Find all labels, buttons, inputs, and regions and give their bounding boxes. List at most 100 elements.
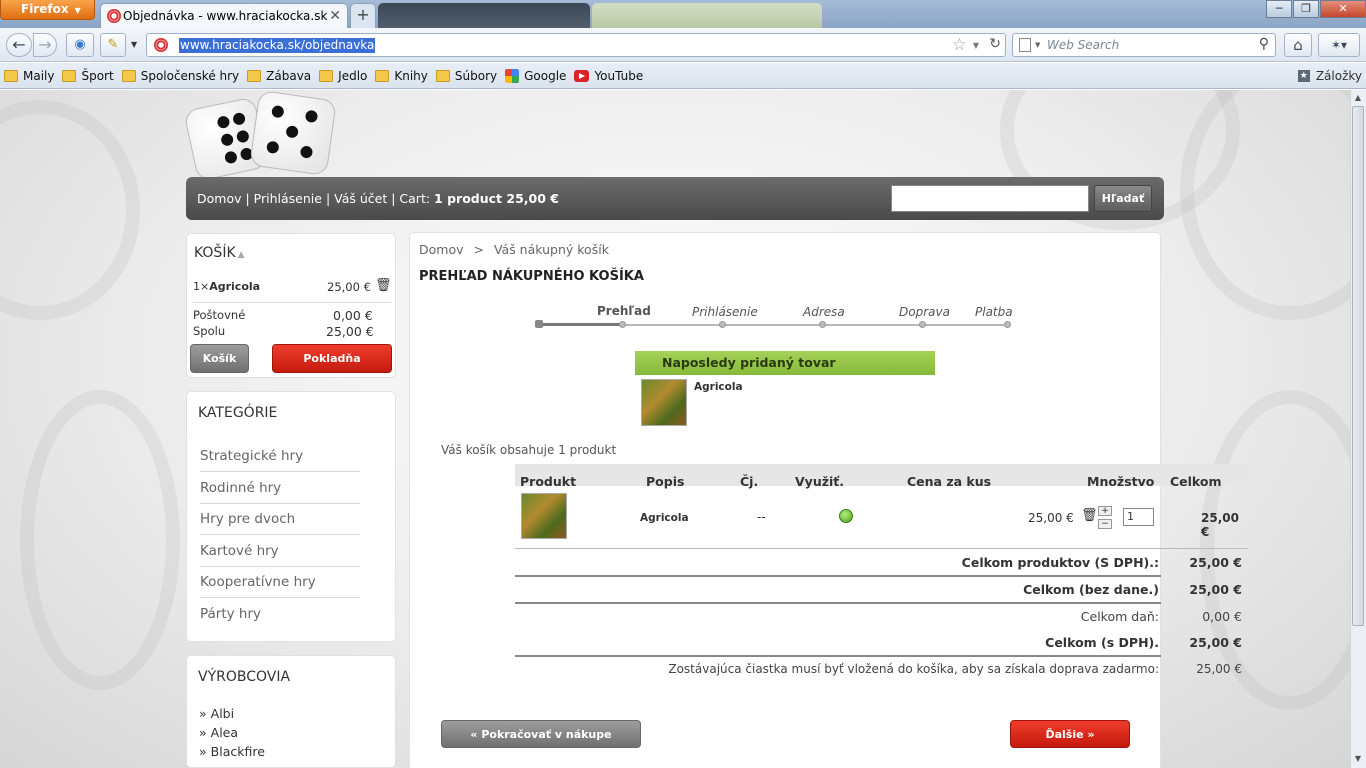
dropdown-arrow-icon[interactable]: ▼ bbox=[131, 40, 137, 49]
reload-icon[interactable]: ↻ bbox=[989, 36, 1001, 52]
new-tab-button[interactable]: + bbox=[350, 3, 376, 28]
folder-icon bbox=[435, 69, 450, 82]
total-tax-value: 0,00 € bbox=[1202, 609, 1242, 624]
web-search-bar[interactable]: ▼ Web Search ⚲ bbox=[1012, 33, 1276, 57]
navigation-toolbar: ← → ◉ ✎ ▼ www.hraciakocka.sk/objednavka … bbox=[0, 28, 1366, 62]
cart-count-text: Váš košík obsahuje 1 produkt bbox=[441, 443, 617, 457]
cart-item-name[interactable]: Agricola bbox=[209, 280, 260, 293]
search-icon[interactable]: ⚲ bbox=[1259, 36, 1269, 52]
category-item[interactable]: Rodinné hry bbox=[200, 480, 360, 504]
dropdown-arrow-icon[interactable]: ▼ bbox=[1035, 41, 1040, 49]
bookmark-label: Knihy bbox=[394, 68, 428, 83]
categories-title: KATEGÓRIE bbox=[198, 405, 278, 421]
manufacturer-label: Albi bbox=[210, 706, 235, 721]
firefox-menu-button[interactable]: Firefox ▼ bbox=[0, 0, 95, 20]
bookmark-folder[interactable]: Knihy bbox=[375, 69, 428, 83]
cart-item-price: 25,00 € bbox=[327, 280, 371, 294]
folder-icon bbox=[4, 69, 18, 82]
bookmark-google[interactable]: Google bbox=[505, 68, 566, 83]
addon-menu-button[interactable]: ✶▾ bbox=[1318, 33, 1360, 57]
site-logo[interactable] bbox=[183, 89, 338, 182]
checkout-button[interactable]: Pokladňa bbox=[272, 344, 392, 373]
step-dot bbox=[919, 321, 926, 328]
site-search-button[interactable]: Hľadať bbox=[1094, 185, 1152, 212]
site-search-input[interactable] bbox=[891, 185, 1089, 212]
product-thumbnail[interactable] bbox=[521, 493, 567, 539]
product-name[interactable]: Agricola bbox=[640, 512, 689, 524]
close-tab-icon[interactable]: ✕ bbox=[329, 4, 341, 28]
search-placeholder: Web Search bbox=[1047, 38, 1120, 52]
maximize-icon[interactable]: ❐ bbox=[1293, 0, 1319, 18]
manufacturer-item[interactable]: » Blackfire bbox=[199, 744, 265, 759]
tab-background[interactable] bbox=[592, 3, 822, 28]
qty-increase-button[interactable]: + bbox=[1098, 506, 1112, 516]
manufacturer-item[interactable]: » Alea bbox=[199, 725, 238, 740]
total-gross-label: Celkom (s DPH). bbox=[1045, 635, 1159, 650]
tab-title: Objednávka - www.hraciakocka.sk bbox=[123, 9, 328, 23]
url-text[interactable]: www.hraciakocka.sk/objednavka bbox=[179, 38, 376, 53]
bookmark-folder[interactable]: Zábava bbox=[247, 69, 311, 83]
scrollbar-thumb[interactable] bbox=[1352, 106, 1364, 626]
nav-account-link[interactable]: Váš účet bbox=[334, 191, 387, 206]
bookmark-folder[interactable]: Šport bbox=[62, 69, 114, 83]
manufacturer-item[interactable]: » Albi bbox=[199, 706, 234, 721]
last-added-product-name[interactable]: Agricola bbox=[694, 381, 743, 393]
cart-button[interactable]: Košík bbox=[190, 344, 249, 373]
cart-item: 1×Agricola bbox=[193, 280, 260, 293]
dropdown-arrow-icon[interactable]: ▼ bbox=[973, 41, 979, 50]
bookmark-star-icon[interactable]: ☆ bbox=[952, 35, 967, 55]
addon-icon[interactable]: ✎ bbox=[100, 33, 126, 57]
forward-button[interactable]: → bbox=[33, 33, 57, 57]
scroll-up-icon[interactable]: ▲ bbox=[1352, 91, 1364, 105]
home-button[interactable]: ⌂ bbox=[1284, 33, 1312, 57]
manufacturers-title: VÝROBCOVIA bbox=[198, 669, 291, 685]
category-item[interactable]: Kartové hry bbox=[200, 543, 360, 567]
continue-shopping-button[interactable]: « Pokračovať v nákupe bbox=[441, 720, 641, 748]
category-item[interactable]: Párty hry bbox=[200, 606, 360, 629]
nav-login-link[interactable]: Prihlásenie bbox=[254, 191, 322, 206]
total-tax-label: Celkom daň: bbox=[1080, 609, 1159, 624]
nav-cart-label[interactable]: Cart: bbox=[399, 191, 430, 206]
trash-icon[interactable]: 🗑 bbox=[375, 278, 392, 293]
bookmark-label: Maily bbox=[23, 68, 55, 83]
nav-home-link[interactable]: Domov bbox=[197, 191, 242, 206]
url-bar[interactable]: www.hraciakocka.sk/objednavka ☆ ▼ ↻ bbox=[146, 33, 1006, 57]
total-net-value: 25,00 € bbox=[1189, 582, 1242, 597]
bookmark-folder[interactable]: Spoločenské hry bbox=[121, 69, 239, 83]
addon-icon[interactable]: ◉ bbox=[66, 33, 94, 57]
last-added-header: Naposledy pridaný tovar bbox=[635, 351, 935, 375]
minimize-icon[interactable]: ─ bbox=[1266, 0, 1292, 18]
category-item[interactable]: Hry pre dvoch bbox=[200, 511, 360, 535]
shipping-label: Poštovné bbox=[193, 308, 246, 322]
nav-cart-summary[interactable]: 1 product 25,00 € bbox=[434, 191, 559, 206]
scroll-down-icon[interactable]: ▼ bbox=[1352, 752, 1364, 766]
bookmark-folder[interactable]: Súbory bbox=[435, 69, 497, 83]
bookmark-youtube[interactable]: YouTube bbox=[574, 69, 643, 83]
step-dot bbox=[719, 321, 726, 328]
double-chevron-icon: » bbox=[199, 725, 207, 740]
next-step-button[interactable]: Ďalšie » bbox=[1010, 720, 1130, 748]
qty-decrease-button[interactable]: − bbox=[1098, 519, 1112, 529]
back-button[interactable]: ← bbox=[6, 33, 32, 57]
bookmark-folder[interactable]: Maily bbox=[4, 69, 54, 83]
tab-background[interactable] bbox=[378, 3, 590, 28]
close-window-icon[interactable]: ✕ bbox=[1320, 0, 1366, 18]
delete-item-icon[interactable]: 🗑 bbox=[1081, 508, 1098, 523]
page-title: PREHĽAD NÁKUPNÉHO KOŠÍKA bbox=[419, 269, 644, 284]
category-item[interactable]: Kooperatívne hry bbox=[200, 574, 360, 598]
bookmarks-menu[interactable]: ★ Záložky bbox=[1297, 69, 1362, 83]
manufacturer-label: Blackfire bbox=[210, 744, 265, 759]
collapse-arrow-icon[interactable]: ▲ bbox=[238, 250, 245, 260]
breadcrumb-home[interactable]: Domov bbox=[419, 242, 464, 257]
bookmarks-star-icon: ★ bbox=[1297, 70, 1310, 82]
tab-active[interactable]: Objednávka - www.hraciakocka.sk ✕ bbox=[100, 3, 348, 28]
product-thumbnail[interactable] bbox=[641, 379, 687, 426]
availability-indicator-icon bbox=[839, 509, 853, 523]
quantity-input[interactable]: 1 bbox=[1123, 508, 1154, 526]
bookmark-folder[interactable]: Jedlo bbox=[319, 69, 367, 83]
divider bbox=[193, 302, 391, 303]
dropdown-arrow-icon: ▼ bbox=[74, 6, 81, 15]
search-engine-icon[interactable] bbox=[1019, 38, 1031, 52]
category-item[interactable]: Strategické hry bbox=[200, 448, 360, 472]
site-favicon-icon bbox=[107, 9, 121, 23]
